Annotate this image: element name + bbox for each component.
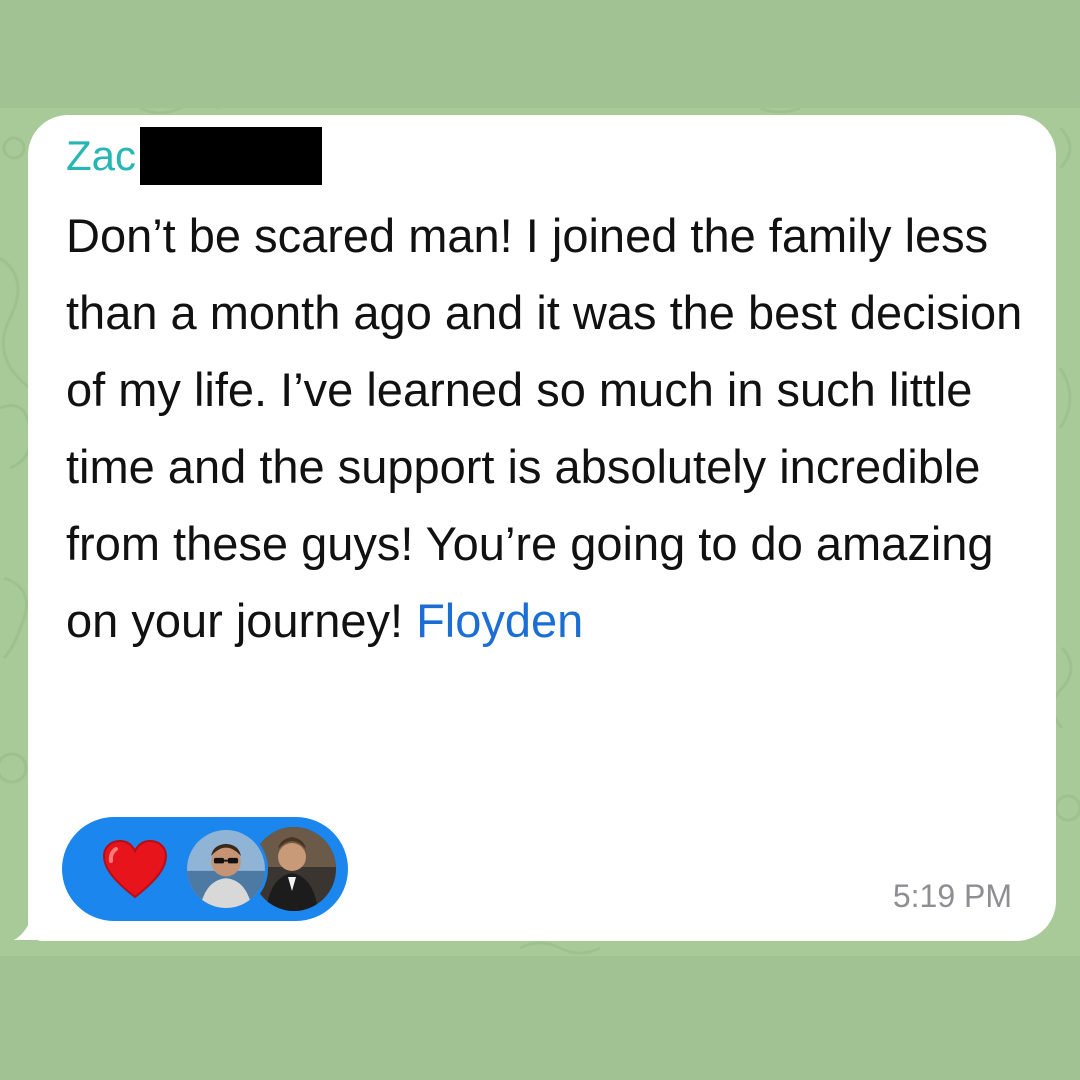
message-timestamp: 5:19 PM	[892, 878, 1012, 914]
sender-name[interactable]: Zac	[66, 135, 136, 177]
sender-row: Zac	[66, 127, 323, 185]
reactor-avatar-1[interactable]	[184, 827, 268, 911]
message-body: Don’t be scared man! I joined the family…	[66, 209, 1023, 647]
man-with-sunglasses-photo-icon	[187, 830, 265, 908]
mention-link[interactable]: Floyden	[416, 594, 583, 647]
screenshot-frame: Zac Don’t be scared man! I joined the fa…	[0, 0, 1080, 1080]
message-bubble[interactable]: Zac Don’t be scared man! I joined the fa…	[28, 115, 1056, 941]
redacted-surname	[140, 127, 323, 185]
message-text: Don’t be scared man! I joined the family…	[66, 197, 1036, 659]
red-heart-icon	[102, 839, 168, 899]
reaction-button[interactable]	[62, 817, 348, 921]
